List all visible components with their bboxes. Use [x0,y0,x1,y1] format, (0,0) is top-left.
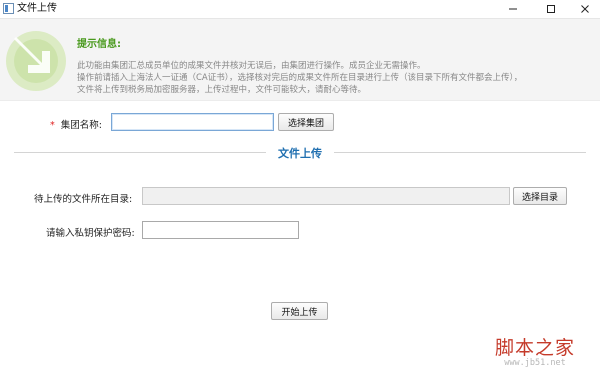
directory-path-input[interactable] [142,187,510,205]
close-button[interactable] [570,0,600,18]
select-group-button[interactable]: 选择集团 [278,113,334,131]
select-directory-button[interactable]: 选择目录 [513,187,567,205]
close-icon [581,5,589,13]
arrow-logo-icon [6,31,66,91]
window-title: 文件上传 [17,3,57,14]
maximize-icon [547,5,555,13]
app-icon [3,3,14,14]
section-divider-right [334,152,586,153]
minimize-button[interactable] [498,0,528,18]
watermark-text: 脚本之家 [494,337,575,359]
password-label: 请输入私钥保护密码: [46,228,135,239]
tip-line: 操作前请插入上海法人一证通（CA证书），选择核对完后的成果文件所在目录进行上传（… [77,73,523,83]
info-banner: 提示信息: 此功能由集团汇总成员单位的成果文件并核对无误后，由集团进行操作。成员… [0,19,600,101]
tip-line: 文件将上传到税务局加密服务器，上传过程中，文件可能较大，请耐心等待。 [77,85,367,95]
maximize-button[interactable] [536,0,566,18]
password-input[interactable] [142,221,299,239]
group-name-input[interactable] [111,113,274,131]
site-watermark: 脚本之家 www.jb51.net [480,333,590,368]
required-mark: * [50,120,55,131]
group-name-label: * 集团名称: [50,117,102,131]
directory-label: 待上传的文件所在目录: [34,194,133,205]
group-name-label-text: 集团名称: [60,120,102,131]
window-titlebar: 文件上传 [0,0,600,19]
tip-title: 提示信息: [77,39,121,50]
tip-line: 此功能由集团汇总成员单位的成果文件并核对无误后，由集团进行操作。成员企业无需操作… [77,61,426,71]
start-upload-button[interactable]: 开始上传 [271,302,328,320]
minimize-icon [509,8,517,10]
section-title: 文件上传 [278,147,322,160]
